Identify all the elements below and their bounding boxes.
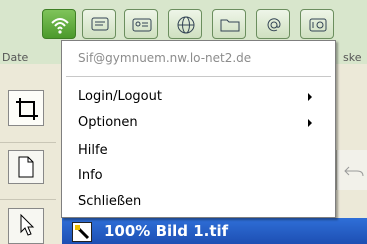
- image-title: 100% Bild 1.tif: [104, 222, 229, 240]
- menu-item-optionen[interactable]: Optionen: [78, 115, 324, 130]
- folder-button[interactable]: [212, 9, 246, 39]
- new-document-button[interactable]: [8, 150, 44, 184]
- wireless-icon: [51, 18, 69, 34]
- crop-tool-button[interactable]: [8, 90, 44, 126]
- pointer-icon: [20, 213, 35, 236]
- toolbar-label-right: ske: [343, 51, 362, 64]
- contact-button[interactable]: [124, 9, 158, 39]
- device-button[interactable]: [300, 9, 334, 39]
- email-at-icon: [267, 18, 281, 32]
- menu-item-label: Schließen: [78, 194, 142, 209]
- contact-card-icon: [132, 18, 152, 32]
- pointer-tool-button[interactable]: [8, 208, 44, 244]
- chat-button[interactable]: [82, 9, 116, 39]
- document-icon: [18, 156, 34, 178]
- email-button[interactable]: [256, 9, 290, 39]
- menu-item-label: Hilfe: [78, 143, 108, 158]
- crop-icon: [16, 98, 38, 120]
- separator: [0, 199, 56, 200]
- menu-item-label: Optionen: [78, 115, 138, 130]
- submenu-arrow-icon: [308, 119, 312, 127]
- globe-icon: [177, 16, 195, 34]
- menu-divider: [66, 76, 331, 77]
- menu-item-info[interactable]: Info: [78, 168, 103, 183]
- image-file-icon: [72, 222, 92, 242]
- submenu-arrow-icon: [308, 93, 312, 101]
- wireless-button[interactable]: [42, 9, 76, 39]
- separator: [0, 142, 56, 143]
- tool-column: [0, 64, 56, 244]
- folder-icon: [220, 19, 240, 32]
- context-menu: Sif@gymnuem.nw.lo-net2.de Login/Logout O…: [61, 40, 336, 218]
- menu-item-schliessen[interactable]: Schließen: [78, 194, 141, 209]
- device-icon: [309, 18, 327, 32]
- menu-item-hilfe[interactable]: Hilfe: [78, 143, 108, 158]
- undo-icon[interactable]: [343, 164, 365, 178]
- menu-item-label: Login/Logout: [78, 89, 162, 104]
- web-button[interactable]: [168, 9, 202, 39]
- chat-icon: [91, 17, 109, 31]
- menu-item-login-logout[interactable]: Login/Logout: [78, 89, 324, 104]
- right-panel: [336, 150, 367, 190]
- menu-account-header: Sif@gymnuem.nw.lo-net2.de: [78, 51, 252, 65]
- toolbar-label-left: Date: [2, 51, 29, 64]
- menu-item-label: Info: [78, 168, 103, 183]
